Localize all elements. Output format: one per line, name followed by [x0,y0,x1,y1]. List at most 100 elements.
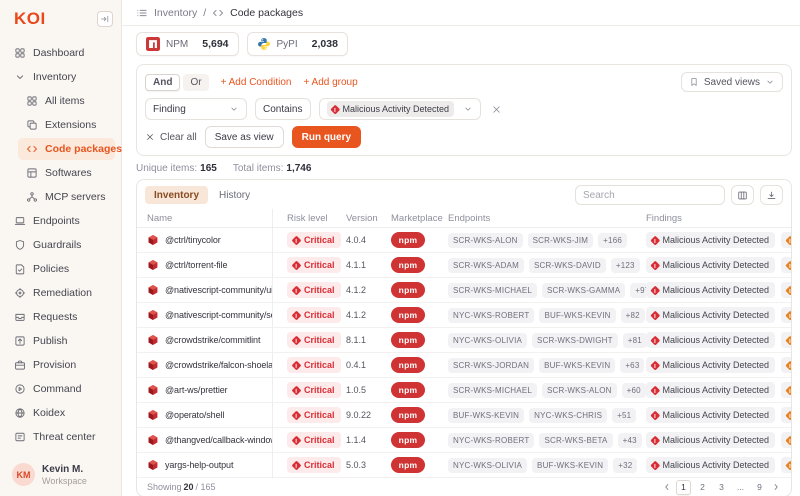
risk-badge-label: Critical [304,360,335,370]
save-as-view-button[interactable]: Save as view [205,126,284,148]
download-button[interactable] [760,185,783,205]
sidebar-item-threat-center[interactable]: Threat center [6,426,115,448]
table-row[interactable]: @crowdstrike/falcon-shoelace Critical 0.… [137,353,791,378]
run-query-button[interactable]: Run query [292,126,361,148]
sidebar-item-policies[interactable]: Policies [6,258,115,280]
sidebar-item-label: Koidex [33,407,65,419]
main-area: Inventory / Code packages NPM 5,694 PyPI… [122,0,800,496]
table-row[interactable]: @nativescript-community/sentry Critical … [137,303,791,328]
field-select[interactable]: Finding [145,98,247,120]
sidebar-item-mcp-servers[interactable]: MCP servers [18,186,115,208]
table-header: Name Risk level Version Marketplace Endp… [137,209,791,228]
softwares-icon [26,167,38,179]
table-row[interactable]: @ctrl/tinycolor Critical 4.0.4 npm SCR-W… [137,228,791,253]
remediation-icon [14,287,26,299]
risk-badge-label: Critical [304,285,335,295]
sidebar-item-requests[interactable]: Requests [6,306,115,328]
package-name: yargs-help-output [165,460,233,470]
sidebar-item-command[interactable]: Command [6,378,115,400]
column-header-endpoints: Endpoints [448,213,646,224]
finding-chip: Exfils Clou [781,282,791,298]
search-input[interactable] [575,185,725,205]
next-page-icon[interactable] [771,482,781,492]
package-name: @operato/shell [165,410,224,420]
add-condition-button[interactable]: + Add Condition [221,77,292,88]
endpoint-more-chip[interactable]: +97 [630,283,646,298]
endpoint-more-chip[interactable]: +51 [612,408,636,423]
critical-diamond-icon [651,360,660,369]
page-button-1[interactable]: 1 [676,480,691,495]
endpoint-more-chip[interactable]: +81 [623,333,646,348]
risk-badge: Critical [287,332,341,348]
saved-views-button[interactable]: Saved views [681,72,783,92]
table-row[interactable]: @thangved/callback-window Critical 1.1.4… [137,428,791,453]
findings-cell: Malicious Activity DetectedExfils Clou [646,232,791,248]
findings-cell: Malicious Activity DetectedExfils Clou [646,382,791,398]
page-button-2[interactable]: 2 [695,480,710,495]
risk-badge: Critical [287,282,341,298]
critical-diamond-icon [292,260,302,270]
endpoint-more-chip[interactable]: +123 [611,258,640,273]
columns-button[interactable] [731,185,754,205]
page-button-3[interactable]: 3 [714,480,729,495]
endpoint-more-chip[interactable]: +166 [598,233,627,248]
sidebar-item-provision[interactable]: Provision [6,354,115,376]
sidebar-item-guardrails[interactable]: Guardrails [6,234,115,256]
tab-history[interactable]: History [210,186,259,204]
table-row[interactable]: @operato/shell Critical 9.0.22 npm BUF-W… [137,403,791,428]
table-row[interactable]: @crowdstrike/commitlint Critical 8.1.1 n… [137,328,791,353]
value-select[interactable]: Malicious Activity Detected [319,98,481,120]
sidebar-item-dashboard[interactable]: Dashboard [6,42,115,64]
sidebar-item-extensions[interactable]: Extensions [18,114,115,136]
endpoint-more-chip[interactable]: +43 [618,433,642,448]
user-menu[interactable]: KM Kevin M. Workspace [0,453,121,486]
endpoints-cell: BUF-WKS-KEVINNYC-WKS-CHRIS+51 [448,408,646,423]
package-name: @crowdstrike/commitlint [165,335,260,345]
risk-badge-label: Critical [304,460,335,470]
marketplace-badge: npm [391,257,425,273]
add-group-button[interactable]: + Add group [303,77,357,88]
sidebar-item-inventory[interactable]: Inventory [6,66,115,88]
endpoint-more-chip[interactable]: +60 [622,383,646,398]
table-row[interactable]: @ctrl/torrent-file Critical 4.1.1 npm SC… [137,253,791,278]
operator-select[interactable]: Contains [255,98,311,120]
stat-card-npm[interactable]: NPM 5,694 [136,32,239,56]
sidebar-collapse-button[interactable] [97,11,113,27]
table-row[interactable]: yargs-help-output Critical 5.0.3 npm NYC… [137,453,791,478]
package-icon [147,409,159,421]
endpoint-more-chip[interactable]: +82 [621,308,645,323]
sidebar-item-koidex[interactable]: Koidex [6,402,115,424]
sidebar-item-endpoints[interactable]: Endpoints [6,210,115,232]
finding-label: Malicious Activity Detected [663,385,770,395]
chevron-down-icon [229,104,239,114]
or-button[interactable]: Or [183,74,208,91]
sidebar-item-softwares[interactable]: Softwares [18,162,115,184]
requests-icon [14,311,26,323]
clear-all-label: Clear all [160,132,197,143]
sidebar-item-all-items[interactable]: All items [18,90,115,112]
sidebar-item-label: Code packages [45,143,122,155]
and-button[interactable]: And [145,74,180,91]
download-icon [766,190,777,201]
tab-inventory[interactable]: Inventory [145,186,208,204]
page-button-9[interactable]: 9 [752,480,767,495]
package-name: @art-ws/prettier [165,385,228,395]
clear-all-button[interactable]: Clear all [145,132,197,143]
sidebar-item-remediation[interactable]: Remediation [6,282,115,304]
endpoint-more-chip[interactable]: +63 [620,358,644,373]
endpoint-chip: SCR-WKS-ALON [542,383,617,398]
table-row[interactable]: @art-ws/prettier Critical 1.0.5 npm SCR-… [137,378,791,403]
endpoint-chip: SCR-WKS-MICHAEL [448,383,537,398]
remove-condition-icon[interactable] [491,104,502,115]
stat-card-pypi[interactable]: PyPI 2,038 [247,32,348,56]
sidebar-item-publish[interactable]: Publish [6,330,115,352]
critical-diamond-icon [651,410,660,419]
finding-chip: Exfils Clou [781,232,791,248]
previous-page-icon[interactable] [662,482,672,492]
sidebar-item-label: Provision [33,359,76,371]
table-row[interactable]: @nativescript-community/ui-image Critica… [137,278,791,303]
page-size-value[interactable]: 20 [184,482,194,492]
sidebar-item-code-packages[interactable]: Code packages [18,138,115,160]
breadcrumb-section[interactable]: Inventory [154,7,197,19]
endpoint-more-chip[interactable]: +32 [613,458,637,473]
